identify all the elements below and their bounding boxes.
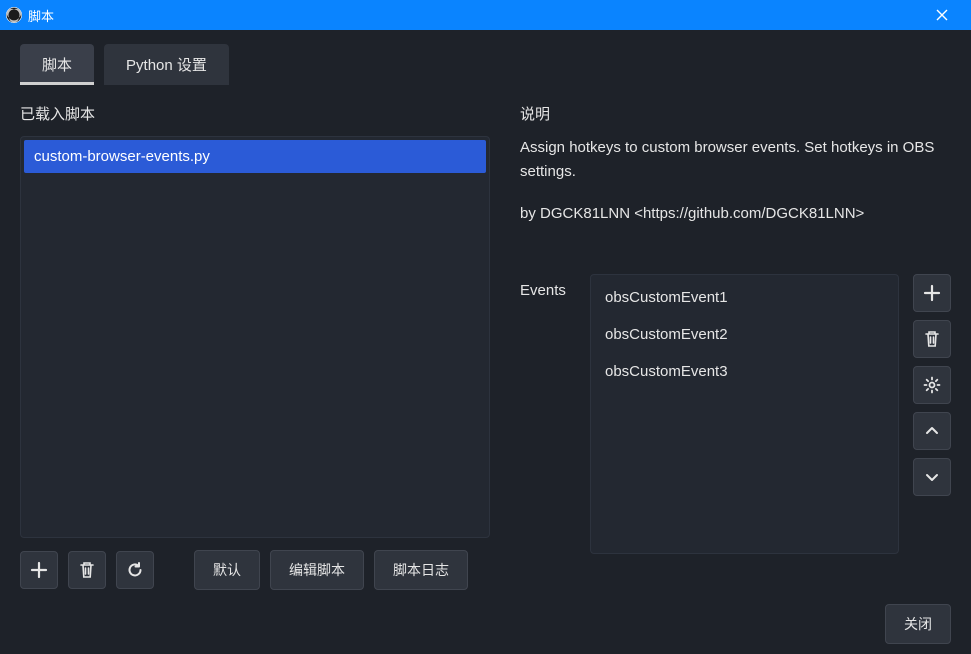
close-button[interactable]: 关闭 <box>885 604 951 644</box>
obs-icon <box>6 7 22 23</box>
add-event-button[interactable] <box>913 274 951 312</box>
script-list[interactable]: custom-browser-events.py <box>20 136 490 538</box>
remove-script-button[interactable] <box>68 551 106 589</box>
event-list-item[interactable]: obsCustomEvent3 <box>595 353 894 390</box>
events-field-label: Events <box>520 274 576 299</box>
reload-scripts-button[interactable] <box>116 551 154 589</box>
titlebar: 脚本 <box>0 0 971 30</box>
tab-python-settings[interactable]: Python 设置 <box>104 44 229 85</box>
close-window-button[interactable] <box>919 0 965 30</box>
events-list[interactable]: obsCustomEvent1 obsCustomEvent2 obsCusto… <box>590 274 899 554</box>
script-log-button[interactable]: 脚本日志 <box>374 550 468 590</box>
tab-bar: 脚本 Python 设置 <box>20 44 951 85</box>
window-title: 脚本 <box>28 6 54 25</box>
edit-script-button[interactable]: 编辑脚本 <box>270 550 364 590</box>
description-line-2: by DGCK81LNN <https://github.com/DGCK81L… <box>520 202 951 226</box>
description-text: Assign hotkeys to custom browser events.… <box>520 136 951 244</box>
event-list-item[interactable]: obsCustomEvent1 <box>595 279 894 316</box>
move-event-up-button[interactable] <box>913 412 951 450</box>
remove-event-button[interactable] <box>913 320 951 358</box>
description-label: 说明 <box>520 103 951 124</box>
add-script-button[interactable] <box>20 551 58 589</box>
script-list-item[interactable]: custom-browser-events.py <box>24 140 486 173</box>
tab-scripts[interactable]: 脚本 <box>20 44 94 85</box>
move-event-down-button[interactable] <box>913 458 951 496</box>
loaded-scripts-label: 已载入脚本 <box>20 103 490 124</box>
description-line-1: Assign hotkeys to custom browser events.… <box>520 136 951 184</box>
event-list-item[interactable]: obsCustomEvent2 <box>595 316 894 353</box>
event-settings-button[interactable] <box>913 366 951 404</box>
defaults-button[interactable]: 默认 <box>194 550 260 590</box>
